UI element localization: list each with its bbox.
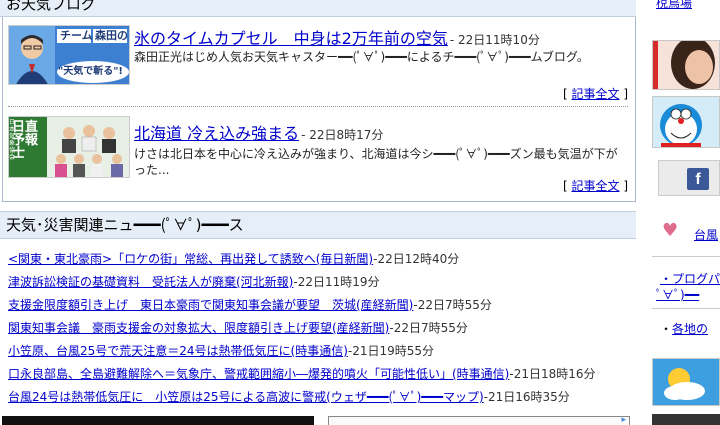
sun-cloud-icon [653,359,719,405]
ad-info-icon[interactable]: ▸ [621,415,626,425]
side-column: 梲鳥場 f ♥ 台風 ・プログパ ﾟ∀ﾟ)━━ ・ 各地の [638,0,720,425]
blog-entry-2-more-link[interactable]: 記事全文 [571,179,619,193]
news-item: 関東知事会議 豪雨支援金の対象拡大、限度額引き上げ要望(産経新聞)-22日7時5… [8,317,638,340]
news-item-time: -21日19時55分 [347,344,435,358]
news-item-time: -22日7時55分 [413,298,492,312]
news-item: 小笠原、台風25号で荒天注意＝24号は熱帯低気圧に(時事通信)-21日19時55… [8,340,638,363]
side-banner-doraemon[interactable] [652,96,720,148]
main-column: お天気ブログ チーム 森田の "天気で斬る"! 氷のタイムカプセル 中身は2万年… [0,0,638,425]
news-item-time: -21日18時16分 [509,367,596,381]
blog-entry-divider [8,106,628,107]
news-item-link[interactable]: 口永良部島、全島避難解除へ＝気象庁、警戒範囲縮小―爆発的噴火「可能性低い」(時事… [8,367,509,381]
news-item-link[interactable]: 台風24号は熱帯低気圧に 小笠原は25号による高波に警戒(ウェザ━━━(ﾟ∀ﾟ)… [8,390,484,404]
news-item: 台風24号は熱帯低気圧に 小笠原は25号による高波に警戒(ウェザ━━━(ﾟ∀ﾟ)… [8,386,638,409]
side-divider [652,256,720,257]
blog-entry-1-title-row: 氷のタイムカプセル 中身は2万年前の空気 - 22日11時10分 [134,25,540,49]
blog-entry-1: チーム 森田の "天気で斬る"! 氷のタイムカプセル 中身は2万年前の空気 - 2… [8,25,628,105]
news-item: 支援金限度額引き上げ 東日本豪雨で関東知事会議が要望 茨城(産経新聞)-22日7… [8,294,638,317]
side-blog-link-cont[interactable]: ﾟ∀ﾟ)━━ [656,286,699,303]
side-banner-woman[interactable] [652,40,720,90]
side-divider [652,308,720,309]
thumb-slogan-text: "天気で斬る"! [58,66,123,77]
news-item: <関東・東北豪雨>「ロケの街」常総、再出発して誘致へ(毎日新聞)-22日12時4… [8,248,638,271]
thumb-name-text: 森田の [95,29,128,42]
side-weather-banner[interactable] [652,358,720,406]
side-blog-link[interactable]: ・プログパ [660,270,720,287]
blog-entry-1-more-link[interactable]: 記事全文 [571,87,619,101]
news-item-link[interactable]: 小笠原、台風25号で荒天注意＝24号は熱帯低気圧に(時事通信) [8,344,348,358]
blog-entry-1-desc: 森田正光はじめ人気お天気キャスター━━(ﾟ∀ﾟ)━━━によるチ━━━(ﾟ∀ﾟ)━… [134,50,589,64]
news-item-time: -22日11時19分 [293,275,380,289]
news-item: 口永良部島、全島避難解除へ＝気象庁、警戒範囲縮小―爆発的噴火「可能性低い」(時事… [8,363,638,386]
news-item-time: -22日12時40分 [373,252,460,266]
heart-icon: ♥ [662,220,679,241]
facebook-icon[interactable]: f [687,168,709,190]
more-bracket-close: ] [623,179,628,193]
woman-photo-image [653,41,719,89]
news-item-time: -21日16時35分 [483,390,570,404]
doraemon-icon [653,97,719,147]
side-bottom-banner[interactable] [652,414,720,425]
blog-entry-1-more: [ 記事全文 ] [563,85,628,102]
blog-entry-2-title-row: 北海道 冷え込み強まる - 22日8時17分 [134,120,383,144]
side-typhoon-link[interactable]: 台風 [694,226,718,243]
blog-section-header: お天気ブログ [0,0,636,17]
more-bracket-open: [ [562,87,568,101]
blog-entry-2: 日直予報士 日本気象協会 北海道 冷え込み強まる - 22日8時17分 けさは北日… [8,116,628,196]
blog-entry-2-title-link[interactable]: 北海道 冷え込み強まる [134,124,299,143]
blog-entry-1-time: - 22日11時10分 [449,33,540,47]
blog-entry-2-time: - 22日8時17分 [301,128,384,142]
news-section-header: 天気･災害関連ニュ━━━(ﾟ∀ﾟ)━━━ス [0,211,636,239]
news-item-link[interactable]: 津波訴訟検証の基礎資料 受託法人が廃棄(河北新報) [8,275,293,289]
side-top-link[interactable]: 梲鳥場 [656,0,692,11]
blog-thumb-morita[interactable]: チーム 森田の "天気で斬る"! [8,25,130,85]
blog-entry-2-more: [ 記事全文 ] [563,177,628,194]
thumb-team-text: チーム [60,29,93,42]
news-item-time: -22日7時55分 [389,321,468,335]
thumb-org-text: 日本気象協会 [9,119,16,161]
blog-section-title: お天気ブログ [6,0,97,13]
ad-banner-right[interactable]: ▸ [328,415,630,425]
side-bullet: ・ [660,322,673,336]
news-item: 津波訴訟検証の基礎資料 受託法人が廃棄(河北新報)-22日11時19分 [8,271,638,294]
news-item-link[interactable]: 関東知事会議 豪雨支援金の対象拡大、限度額引き上げ要望(産経新聞) [8,321,389,335]
news-item-link[interactable]: <関東・東北豪雨>「ロケの街」常総、再出発して誘致へ(毎日新聞) [8,252,373,266]
news-section-title: 天気･災害関連ニュ━━━(ﾟ∀ﾟ)━━━ス [6,216,244,234]
blog-entry-1-title-link[interactable]: 氷のタイムカプセル 中身は2万年前の空気 [134,29,448,48]
blog-thumb-forecaster[interactable]: 日直予報士 日本気象協会 [8,116,130,178]
more-bracket-open: [ [562,179,568,193]
news-list: <関東・東北豪雨>「ロケの街」常総、再出発して誘致へ(毎日新聞)-22日12時4… [8,248,638,409]
ad-banner-left[interactable] [2,416,314,425]
blog-entry-2-desc: けさは北日本を中心に冷え込みが強まり、北海道は今シ━━━(ﾟ∀ﾟ)━━━ズン最も… [134,147,618,177]
side-facebook-box[interactable]: f [658,160,720,196]
more-bracket-close: ] [623,87,628,101]
side-local-link[interactable]: 各地の [672,320,708,337]
news-item-link[interactable]: 支援金限度額引き上げ 東日本豪雨で関東知事会議が要望 茨城(産経新聞) [8,298,413,312]
